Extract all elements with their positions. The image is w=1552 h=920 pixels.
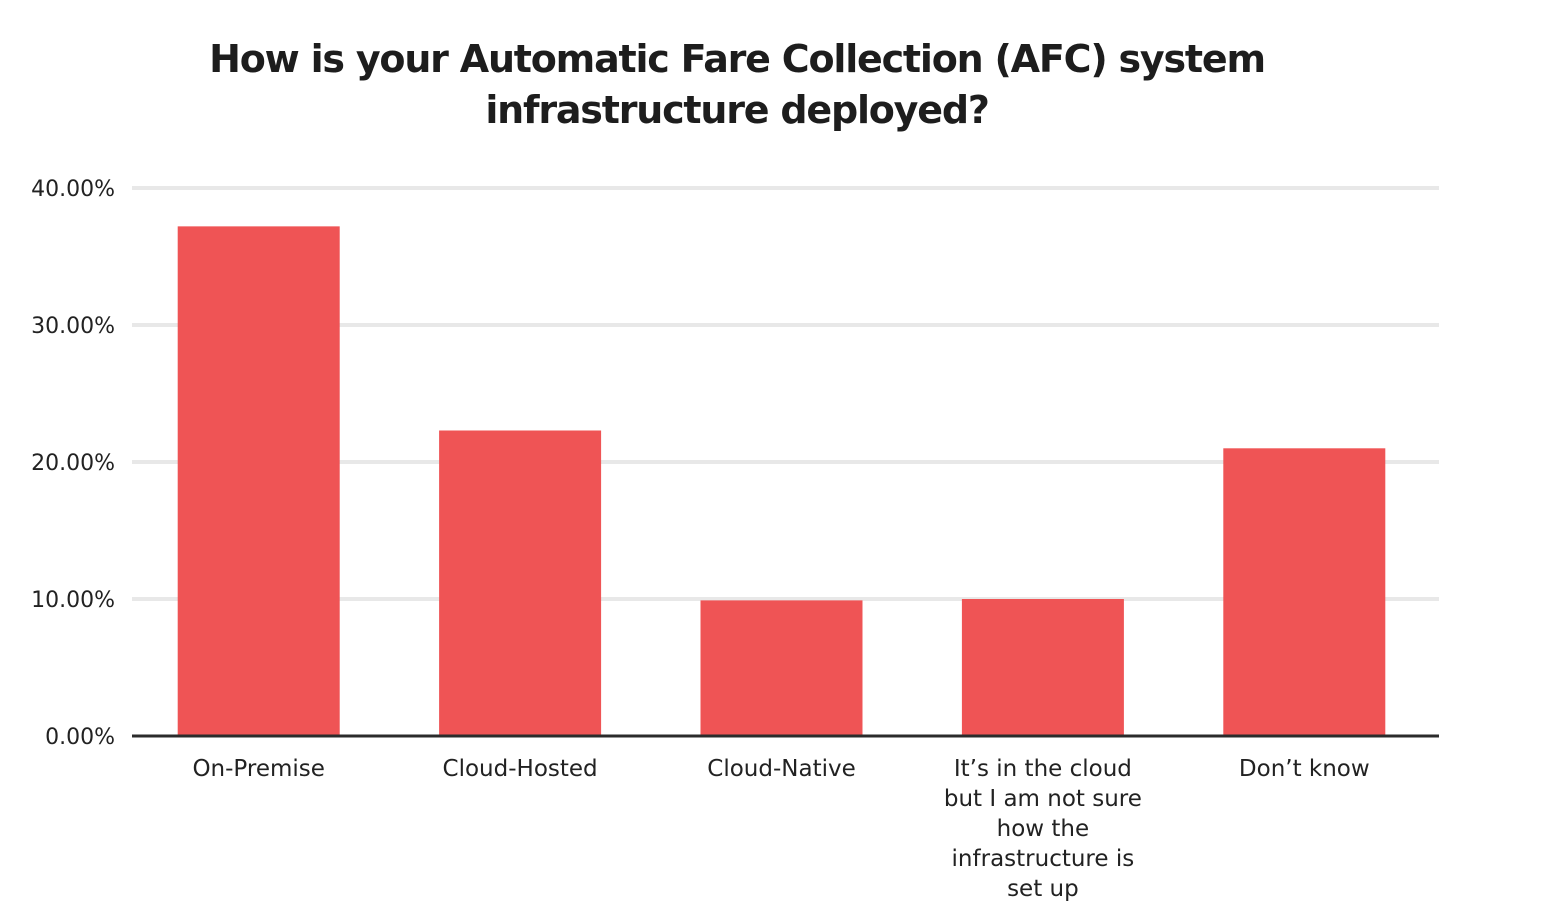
x-category-label: On-Premise bbox=[192, 756, 324, 782]
y-tick-label: 40.00% bbox=[31, 177, 115, 202]
bar bbox=[1223, 448, 1386, 736]
x-category-label: Don’t know bbox=[1239, 756, 1370, 782]
y-tick-label: 20.00% bbox=[31, 451, 115, 476]
bar bbox=[700, 600, 863, 736]
bar bbox=[439, 430, 602, 736]
y-tick-label: 30.00% bbox=[31, 314, 115, 339]
y-axis-tick-labels: 0.00% 10.00% 20.00% 30.00% 40.00% bbox=[31, 177, 115, 750]
y-tick-label: 10.00% bbox=[31, 588, 115, 613]
x-axis-category-labels: On-Premise Cloud-Hosted Cloud-Native It’s i… bbox=[192, 756, 1369, 902]
x-category-label: It’s in the cloud but I am not sure how th… bbox=[944, 756, 1142, 902]
bar-chart: 0.00% 10.00% 20.00% 30.00% 40.00% On-Premise… bbox=[31, 177, 1439, 902]
y-tick-label: 0.00% bbox=[45, 725, 115, 750]
x-category-label: Cloud-Native bbox=[707, 756, 855, 782]
bar bbox=[961, 599, 1124, 736]
bar bbox=[177, 226, 340, 737]
bars bbox=[177, 226, 1386, 737]
x-category-label: Cloud-Hosted bbox=[443, 756, 598, 782]
